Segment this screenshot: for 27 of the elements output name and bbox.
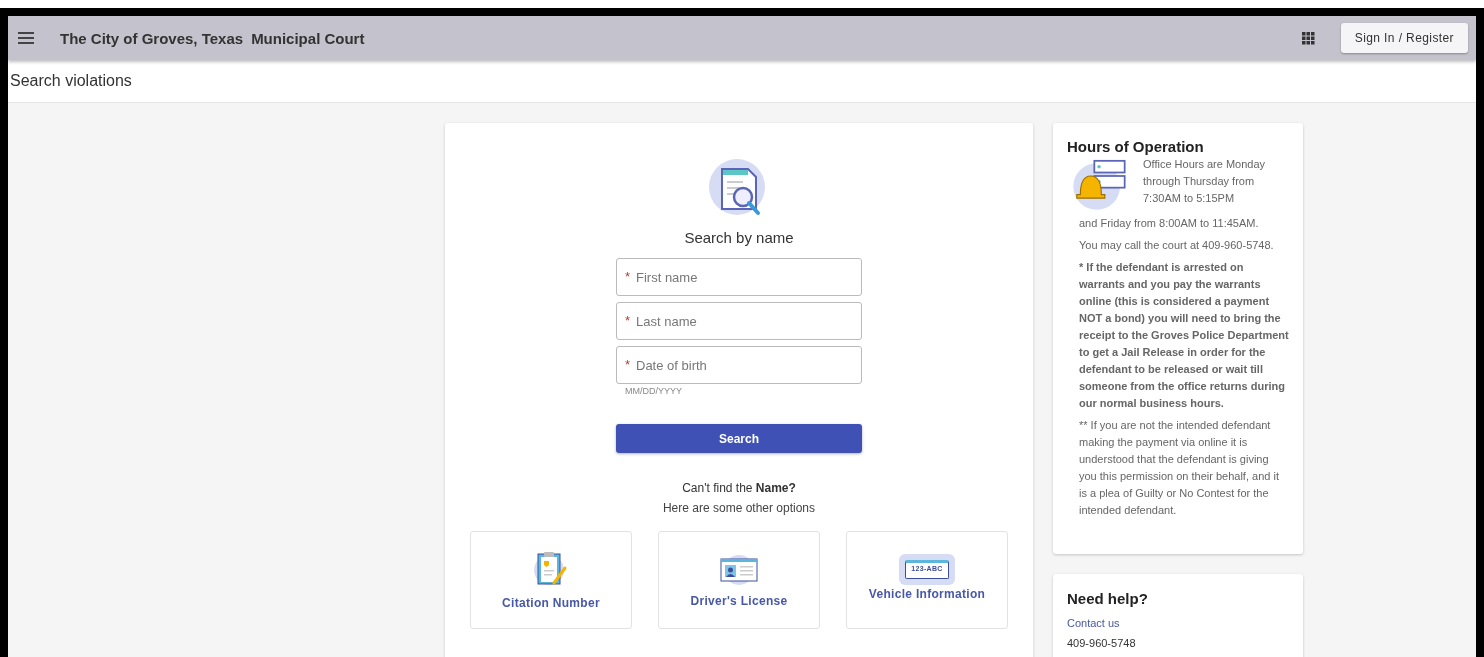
alternative-prompt: Can't find the Name? [682,481,796,495]
search-option-card[interactable]: Driver's License [658,531,820,629]
office-hours-text: Office Hours are Monday through Thursday from 7:30AM to 5:15PM [1143,157,1267,206]
required-asterisk: * [625,314,631,327]
required-asterisk: * [625,358,631,371]
phone-number: 409-960-5748 [1067,637,1137,649]
search-heading: Search by name [684,229,794,246]
sign-in-button[interactable]: Sign In / Register [1340,23,1468,53]
required-asterisk: * [625,270,631,283]
id-card-icon [719,552,759,586]
hours-paragraph: and Friday from 8:00AM to 11:45AM. [1079,216,1260,231]
apps-grid-icon[interactable] [1301,31,1315,45]
menu-icon[interactable] [18,32,34,44]
hours-paragraph: ** If you are not the intended defendant making the payment via online it is understood that the defendant is giving you this permission on their behalf, and it is a plea of Guilty or No Contest for the intended defendant. [1079,418,1280,518]
hours-paragraph: * If the defendant is arrested on warrants and you pay the warrants online (this is considered a payment NOT a bond) you will need to bring the receipt to the Groves Police Department to get a Jail Release in order for the defendant to be released or wait till someone from the office returns during our normal business hours. [1079,260,1289,411]
alternative-subtitle: Here are some other options [662,501,816,515]
search-option-card[interactable]: Citation Number [470,531,632,629]
hours-paragraph: You may call the court at 409-960-5748. [1079,238,1275,253]
page-title: Search violations [10,72,132,90]
site-subtitle: Municipal Court [251,29,365,47]
site-title: The City of Groves, Texas [60,29,244,47]
field-hint: MM/DD/YYYY [625,386,683,396]
card-title: Hours of Operation [1067,138,1205,155]
search-button[interactable]: Search [616,424,862,453]
clipboard-icon [533,550,569,588]
contact-link[interactable]: Contact us [1067,617,1289,629]
card-title: Need help? [1067,590,1149,607]
